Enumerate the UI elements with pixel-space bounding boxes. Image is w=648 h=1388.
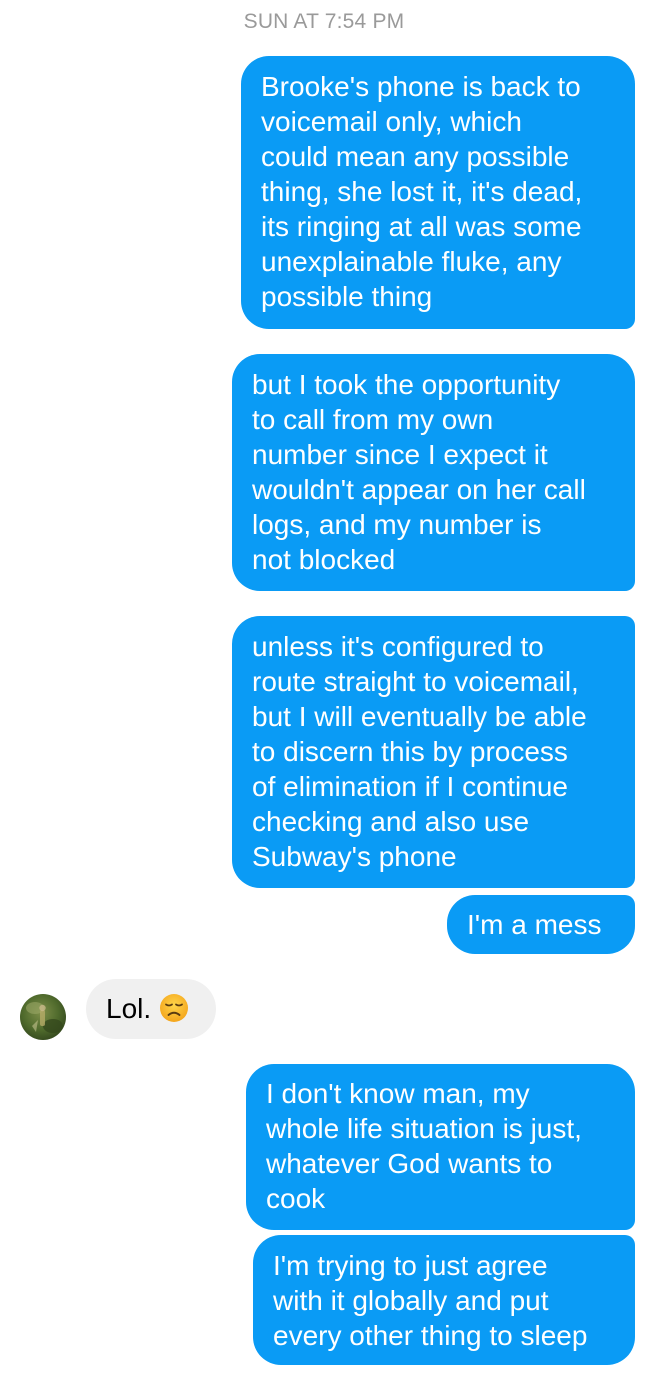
incoming-message-text: Lol. [106, 993, 152, 1024]
avatar-photo-icon [20, 994, 66, 1040]
outgoing-message-bubble[interactable]: I don't know man, my whole life situatio… [246, 1064, 635, 1230]
outgoing-message-bubble[interactable]: unless it's configured to route straight… [232, 616, 635, 888]
disappointed-face-emoji-icon [159, 993, 189, 1023]
incoming-message-bubble[interactable]: Lol. [86, 979, 216, 1039]
outgoing-message-bubble[interactable]: I'm trying to just agree with it globall… [253, 1235, 635, 1365]
outgoing-message-bubble[interactable]: but I took the opportunity to call from … [232, 354, 635, 591]
timestamp-divider: SUN AT 7:54 PM [243, 10, 405, 33]
outgoing-message-bubble[interactable]: Brooke's phone is back to voicemail only… [241, 56, 635, 329]
contact-avatar[interactable] [20, 994, 66, 1040]
outgoing-message-bubble[interactable]: I'm a mess [447, 895, 635, 954]
